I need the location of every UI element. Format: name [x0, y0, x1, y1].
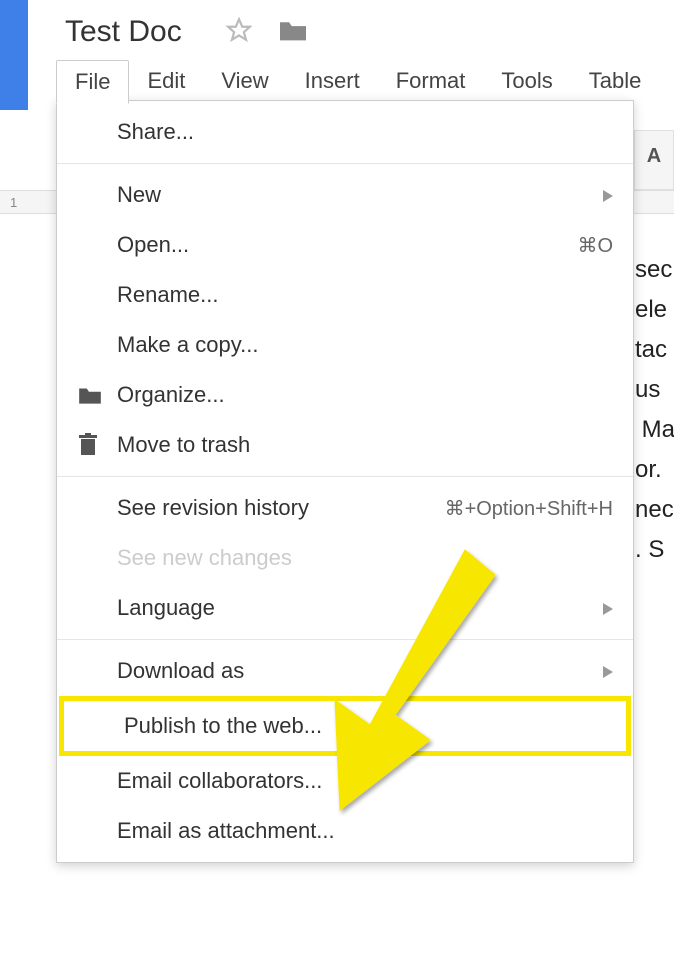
menu-separator	[57, 163, 633, 164]
menu-item-label: Open...	[117, 232, 567, 258]
menu-bar: File Edit View Insert Format Tools Table	[56, 60, 659, 104]
menu-separator	[57, 639, 633, 640]
menu-item-label: Language	[117, 595, 593, 621]
menu-item-label: See new changes	[117, 545, 613, 571]
menu-item-label: Rename...	[117, 282, 613, 308]
submenu-arrow-icon	[603, 595, 613, 621]
menu-item-language[interactable]: Language	[57, 583, 633, 633]
menu-item-new-changes: See new changes	[57, 533, 633, 583]
submenu-arrow-icon	[603, 182, 613, 208]
format-strip: A	[634, 130, 674, 190]
menu-item-label: Email collaborators...	[117, 768, 613, 794]
menu-item-label: Move to trash	[117, 432, 613, 458]
menu-item-label: Share...	[117, 119, 613, 145]
menu-separator	[57, 476, 633, 477]
menu-item-label: See revision history	[117, 495, 435, 521]
menu-item-label: New	[117, 182, 593, 208]
menu-item-download-as[interactable]: Download as	[57, 646, 633, 696]
folder-icon[interactable]	[277, 17, 309, 48]
app-brand-edge	[0, 0, 28, 110]
menu-insert[interactable]: Insert	[287, 60, 378, 104]
menu-item-email-collaborators[interactable]: Email collaborators...	[57, 756, 633, 806]
menu-item-publish-to-web[interactable]: Publish to the web...	[59, 696, 631, 756]
menu-edit[interactable]: Edit	[129, 60, 203, 104]
ruler-mark: 1	[10, 195, 17, 210]
menu-item-revision-history[interactable]: See revision history ⌘+Option+Shift+H	[57, 483, 633, 533]
menu-item-trash[interactable]: Move to trash	[57, 420, 633, 470]
star-icon[interactable]	[226, 17, 252, 48]
menu-tools[interactable]: Tools	[483, 60, 570, 104]
menu-item-organize[interactable]: Organize...	[57, 370, 633, 420]
folder-solid-icon	[77, 384, 117, 406]
menu-item-new[interactable]: New	[57, 170, 633, 220]
menu-item-make-copy[interactable]: Make a copy...	[57, 320, 633, 370]
menu-file[interactable]: File	[56, 60, 129, 104]
menu-item-label: Organize...	[117, 382, 613, 408]
document-title[interactable]: Test Doc	[65, 15, 182, 49]
menu-item-label: Download as	[117, 658, 593, 684]
document-body-fragment: sec ele tac us Ma or. nec . S	[635, 250, 674, 570]
menu-format[interactable]: Format	[378, 60, 484, 104]
menu-view[interactable]: View	[203, 60, 286, 104]
menu-item-label: Email as attachment...	[117, 818, 613, 844]
menu-item-open[interactable]: Open... ⌘O	[57, 220, 633, 270]
menu-item-email-attachment[interactable]: Email as attachment...	[57, 806, 633, 856]
menu-item-rename[interactable]: Rename...	[57, 270, 633, 320]
menu-item-label: Publish to the web...	[124, 713, 606, 739]
menu-item-label: Make a copy...	[117, 332, 613, 358]
trash-icon	[77, 433, 117, 457]
menu-item-share[interactable]: Share...	[57, 107, 633, 157]
file-menu-dropdown: Share... New Open... ⌘O Rename... Make a…	[56, 100, 634, 863]
menu-shortcut: ⌘O	[577, 233, 613, 258]
menu-shortcut: ⌘+Option+Shift+H	[445, 496, 613, 521]
menu-table[interactable]: Table	[571, 60, 660, 104]
submenu-arrow-icon	[603, 658, 613, 684]
